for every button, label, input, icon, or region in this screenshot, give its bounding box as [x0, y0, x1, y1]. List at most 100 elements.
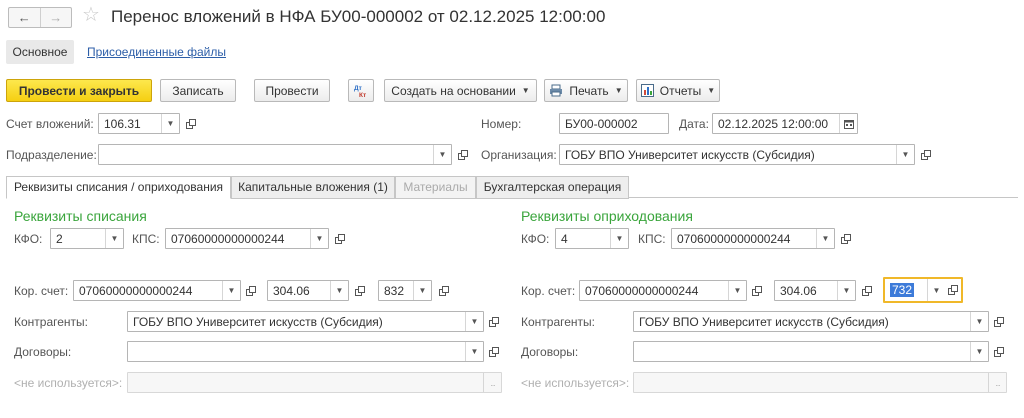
writeoff-corr-kosgu-field[interactable]: 832 ▼: [378, 280, 432, 301]
writeoff-contracts-field[interactable]: ▼: [127, 341, 484, 362]
section-main[interactable]: Основное: [6, 40, 74, 64]
open-icon[interactable]: [332, 228, 348, 249]
tab-capital-investments[interactable]: Капитальные вложения (1): [231, 176, 395, 199]
ellipsis-icon: ...: [988, 373, 1006, 392]
open-icon[interactable]: [945, 280, 961, 301]
receipt-contractors-field[interactable]: ГОБУ ВПО Университет искусств (Субсидия)…: [633, 311, 989, 332]
organization-field[interactable]: ГОБУ ВПО Университет искусств (Субсидия)…: [559, 144, 915, 165]
dt-kt-icon: Дт Кт: [354, 85, 366, 99]
open-icon[interactable]: [455, 144, 471, 165]
chevron-down-icon: ▼: [521, 86, 530, 95]
tab-accounting-operation[interactable]: Бухгалтерская операция: [476, 176, 629, 199]
open-icon[interactable]: [749, 280, 765, 301]
writeoff-contractors-field[interactable]: ГОБУ ВПО Университет искусств (Субсидия)…: [127, 311, 484, 332]
print-button[interactable]: Печать ▼: [544, 79, 628, 102]
writeoff-contractors-label: Контрагенты:: [14, 315, 89, 329]
section-attached-files[interactable]: Присоединенные файлы: [87, 40, 226, 64]
chevron-down-icon[interactable]: ▼: [816, 229, 834, 248]
dt-kt-button[interactable]: Дт Кт: [348, 79, 374, 102]
open-icon[interactable]: [486, 341, 502, 362]
date-label: Дата:: [679, 117, 709, 131]
chevron-down-icon: ▼: [707, 86, 716, 95]
receipt-kfo-field[interactable]: 4 ▼: [555, 228, 629, 249]
writeoff-kfo-field[interactable]: 2 ▼: [50, 228, 124, 249]
writeoff-heading: Реквизиты списания: [14, 208, 147, 224]
division-field[interactable]: ▼: [98, 144, 452, 165]
open-icon[interactable]: [436, 280, 452, 301]
writeoff-corr-label: Кор. счет:: [14, 284, 69, 298]
writeoff-kps-field[interactable]: 07060000000000244 ▼: [165, 228, 329, 249]
division-label: Подразделение:: [6, 148, 97, 162]
writeoff-kps-label: КПС:: [132, 232, 160, 246]
open-icon[interactable]: [352, 280, 368, 301]
tab-materials[interactable]: Материалы: [395, 176, 476, 199]
chevron-down-icon[interactable]: ▼: [970, 342, 988, 361]
chevron-down-icon[interactable]: ▼: [465, 342, 483, 361]
create-based-on-button[interactable]: Создать на основании ▼: [384, 79, 537, 102]
writeoff-unused-label: <не используется>:: [14, 376, 123, 390]
chevron-down-icon[interactable]: ▼: [837, 281, 855, 300]
receipt-heading: Реквизиты оприходования: [521, 208, 693, 224]
receipt-corr-kosgu-field[interactable]: 732 ▼: [883, 277, 963, 303]
open-icon[interactable]: [991, 341, 1007, 362]
writeoff-corr-account-field[interactable]: 304.06 ▼: [267, 280, 349, 301]
receipt-kps-field[interactable]: 07060000000000244 ▼: [671, 228, 835, 249]
ellipsis-icon: ...: [483, 373, 501, 392]
printer-icon: [549, 84, 563, 97]
receipt-corr-label: Кор. счет:: [521, 284, 576, 298]
chevron-down-icon[interactable]: ▼: [728, 281, 746, 300]
organization-label: Организация:: [481, 148, 557, 162]
account-field[interactable]: 106.31 ▼: [98, 113, 180, 134]
chevron-down-icon[interactable]: ▼: [310, 229, 328, 248]
receipt-kfo-label: КФО:: [521, 232, 550, 246]
chevron-down-icon[interactable]: ▼: [927, 279, 945, 301]
receipt-corr-account-field[interactable]: 304.06 ▼: [774, 280, 856, 301]
reports-button[interactable]: Отчеты ▼: [636, 79, 720, 102]
chevron-down-icon[interactable]: ▼: [330, 281, 348, 300]
post-button[interactable]: Провести: [254, 79, 330, 102]
chevron-down-icon[interactable]: ▼: [610, 229, 628, 248]
svg-text:Кт: Кт: [359, 92, 366, 99]
chevron-down-icon[interactable]: ▼: [105, 229, 123, 248]
save-button[interactable]: Записать: [160, 79, 236, 102]
chevron-down-icon[interactable]: ▼: [433, 145, 451, 164]
chevron-down-icon[interactable]: ▼: [896, 145, 914, 164]
receipt-contracts-label: Договоры:: [521, 345, 579, 359]
number-field[interactable]: БУ00-000002: [559, 113, 669, 134]
number-label: Номер:: [481, 117, 522, 131]
open-icon[interactable]: [183, 113, 199, 134]
open-icon[interactable]: [859, 280, 875, 301]
writeoff-unused-field: ...: [127, 372, 502, 393]
report-chart-icon: [640, 84, 654, 97]
favorite-star-icon[interactable]: ☆: [82, 3, 100, 27]
open-icon[interactable]: [243, 280, 259, 301]
open-icon[interactable]: [918, 144, 934, 165]
receipt-contractors-label: Контрагенты:: [521, 315, 596, 329]
open-icon[interactable]: [486, 311, 502, 332]
open-icon[interactable]: [991, 311, 1007, 332]
window-title: Перенос вложений в НФА БУ00-000002 от 02…: [111, 7, 606, 26]
receipt-corr-kps-field[interactable]: 07060000000000244 ▼: [579, 280, 747, 301]
writeoff-contracts-label: Договоры:: [14, 345, 72, 359]
forward-arrow-icon[interactable]: →: [39, 8, 72, 27]
chevron-down-icon[interactable]: ▼: [161, 114, 179, 133]
chevron-down-icon[interactable]: ▼: [222, 281, 240, 300]
writeoff-corr-kps-field[interactable]: 07060000000000244 ▼: [73, 280, 241, 301]
receipt-contracts-field[interactable]: ▼: [633, 341, 989, 362]
writeoff-kfo-label: КФО:: [14, 232, 43, 246]
receipt-unused-label: <не используется>:: [521, 376, 630, 390]
receipt-unused-field: ...: [633, 372, 1007, 393]
post-and-close-button[interactable]: Провести и закрыть: [6, 79, 152, 102]
chevron-down-icon: ▼: [614, 86, 623, 95]
chevron-down-icon[interactable]: ▼: [413, 281, 431, 300]
receipt-kps-label: КПС:: [638, 232, 666, 246]
chevron-down-icon[interactable]: ▼: [970, 312, 988, 331]
tab-requisites[interactable]: Реквизиты списания / оприходования: [6, 176, 231, 199]
calendar-icon[interactable]: [839, 114, 857, 133]
open-icon[interactable]: [838, 228, 854, 249]
navigation-buttons: ← →: [8, 7, 72, 28]
account-label: Счет вложений:: [6, 117, 94, 131]
date-field[interactable]: 02.12.2025 12:00:00: [712, 113, 858, 134]
chevron-down-icon[interactable]: ▼: [465, 312, 483, 331]
back-arrow-icon[interactable]: ←: [9, 8, 40, 27]
